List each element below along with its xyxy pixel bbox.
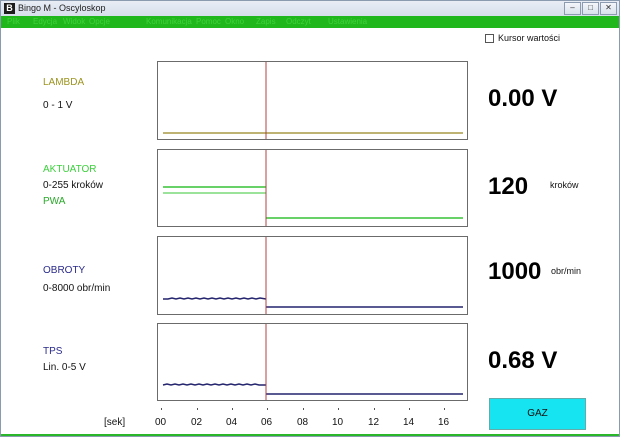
menu-item[interactable]: Edycja <box>33 16 57 28</box>
menu-item[interactable]: Opcje <box>89 16 110 28</box>
window-title: Bingo M - Oscyloskop <box>18 3 106 13</box>
axis-tick-mark <box>303 408 304 410</box>
channel-subname-pwa: PWA <box>43 196 66 207</box>
menu-item[interactable]: Plik <box>7 16 20 28</box>
axis-tick-mark <box>374 408 375 410</box>
axis-tick-label: 04 <box>226 417 238 428</box>
trace-tps <box>162 324 463 400</box>
scope-panel-obroty <box>157 236 468 315</box>
menu-item[interactable]: Pomoc <box>196 16 221 28</box>
app-icon: B <box>4 3 15 14</box>
axis-tick-label: 08 <box>297 417 309 428</box>
channel-range-aktuator: 0-255 kroków <box>43 180 104 191</box>
window-controls: – □ ✕ <box>563 2 617 15</box>
checkbox-icon[interactable] <box>485 33 494 43</box>
scope-panel-aktuator <box>157 149 468 227</box>
axis-unit-label: [sek] <box>104 417 126 428</box>
scope-panel-tps <box>157 323 468 401</box>
value-readout-obroty: 1000 <box>488 258 542 285</box>
oscilloscope-window: B Bingo M - Oscyloskop – □ ✕ Plik Edycja… <box>0 0 620 437</box>
value-readout-aktuator: 120 <box>488 173 529 200</box>
axis-tick-label: 12 <box>368 417 380 428</box>
kursor-label: Kursor wartości <box>498 33 561 43</box>
menu-item[interactable]: Ustawienia <box>328 16 367 28</box>
axis-tick-label: 14 <box>403 417 415 428</box>
axis-tick-mark <box>409 408 410 410</box>
channel-name-obroty: OBROTY <box>43 265 86 276</box>
axis-tick-label: 06 <box>261 417 273 428</box>
axis-tick-label: 16 <box>438 417 450 428</box>
unit-obroty: obr/min <box>551 266 582 276</box>
bottom-border <box>1 434 619 436</box>
axis-tick-mark <box>444 408 445 410</box>
close-icon[interactable]: ✕ <box>600 2 617 15</box>
trace-obroty <box>163 237 463 314</box>
scope-panel-lambda <box>157 61 468 140</box>
value-readout-tps: 0.68 V <box>488 347 558 374</box>
channel-name-lambda: LAMBDA <box>43 77 85 88</box>
channel-range-obroty: 0-8000 obr/min <box>43 283 111 294</box>
menu-item[interactable]: Odczyt <box>286 16 311 28</box>
unit-aktuator: kroków <box>550 180 579 190</box>
axis-tick-mark <box>161 408 162 410</box>
axis-tick-label: 10 <box>332 417 344 428</box>
trace-aktuator <box>163 150 463 226</box>
trace-lambda <box>163 62 463 139</box>
axis-tick-label: 02 <box>191 417 203 428</box>
menu-bar: Plik Edycja Widok Opcje Komunikacja Pomo… <box>1 16 619 28</box>
minimize-icon[interactable]: – <box>564 2 581 15</box>
menu-item[interactable]: Widok <box>63 16 85 28</box>
kursor-checkbox[interactable]: Kursor wartości <box>485 33 560 43</box>
channel-range-lambda: 0 - 1 V <box>43 100 73 111</box>
axis-tick-mark <box>232 408 233 410</box>
value-readout-lambda: 0.00 V <box>488 85 558 112</box>
menu-item[interactable]: Zapis <box>256 16 276 28</box>
menu-item[interactable]: Okno <box>225 16 244 28</box>
axis-tick-label: 00 <box>155 417 167 428</box>
channel-name-aktuator: AKTUATOR <box>43 164 97 175</box>
gaz-button[interactable]: GAZ <box>489 398 586 430</box>
axis-tick-mark <box>267 408 268 410</box>
menu-item[interactable]: Komunikacja <box>146 16 192 28</box>
axis-tick-mark <box>338 408 339 410</box>
channel-name-tps: TPS <box>43 346 63 357</box>
channel-range-tps: Lin. 0-5 V <box>43 362 86 373</box>
maximize-icon[interactable]: □ <box>582 2 599 15</box>
axis-tick-mark <box>197 408 198 410</box>
title-bar[interactable]: B Bingo M - Oscyloskop – □ ✕ <box>1 1 619 16</box>
